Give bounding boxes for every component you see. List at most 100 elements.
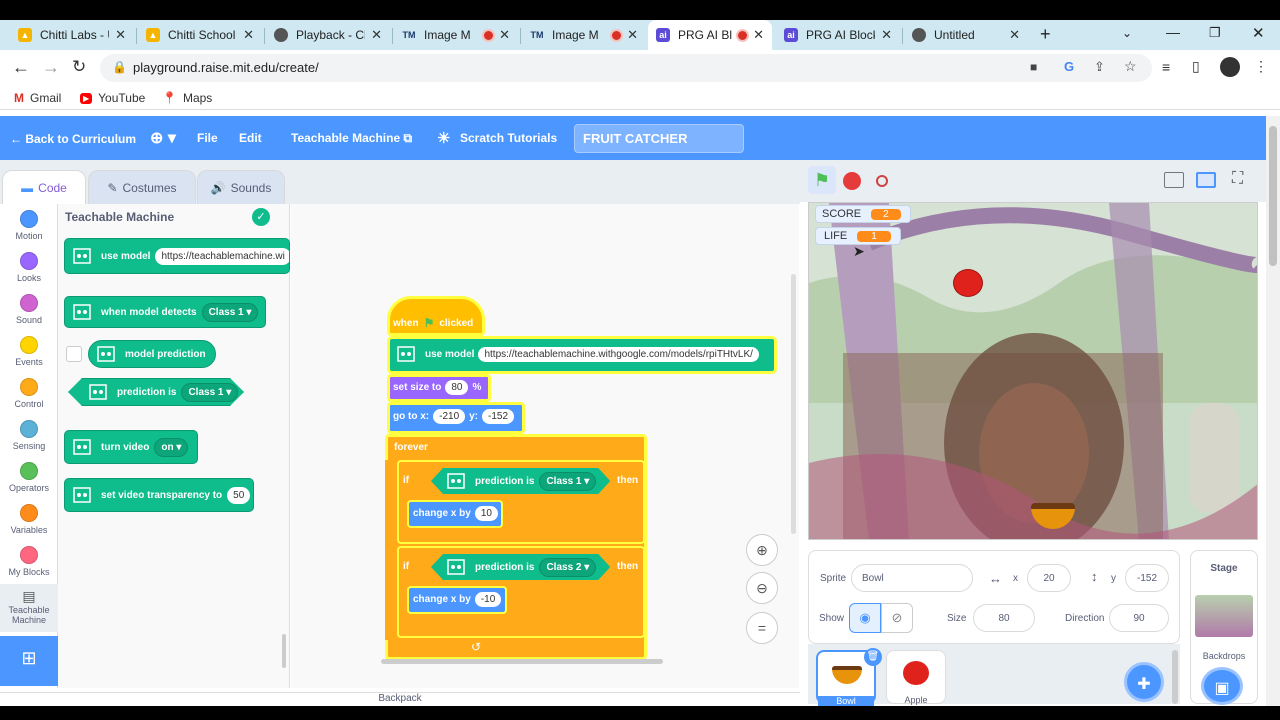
minimize-icon[interactable]: — xyxy=(1166,24,1180,40)
media-icon[interactable]: ≡ xyxy=(1162,59,1170,75)
category-operators[interactable]: Operators xyxy=(0,462,58,493)
browser-tab-7[interactable]: ai PRG AI Blocks ✕ xyxy=(776,20,900,50)
sprite-thumb-apple[interactable]: Apple xyxy=(886,650,946,705)
bookmark-youtube[interactable]: ▶ YouTube xyxy=(80,91,145,105)
record-icon[interactable] xyxy=(876,175,888,187)
language-globe-icon[interactable]: ⊕ ▾ xyxy=(150,128,176,148)
close-icon[interactable]: ✕ xyxy=(243,27,254,43)
menu-teachable-machine[interactable]: Teachable Machine ⧉ xyxy=(291,131,412,146)
block-turn-video[interactable]: turn video on ▾ xyxy=(64,430,198,464)
forward-arrow-icon[interactable]: → xyxy=(42,57,60,78)
category-motion[interactable]: Motion xyxy=(0,210,58,241)
close-icon[interactable]: ✕ xyxy=(753,27,764,43)
show-hidden-button[interactable]: ⊘ xyxy=(881,603,913,633)
close-icon[interactable]: ✕ xyxy=(371,27,382,43)
size-input[interactable]: 80 xyxy=(973,604,1035,632)
reload-icon[interactable]: ↻ xyxy=(72,57,86,77)
menu-file[interactable]: File xyxy=(197,131,218,145)
change-x-input[interactable]: 10 xyxy=(474,506,498,521)
condition-prediction-is-1[interactable]: prediction is Class 1 ▾ xyxy=(431,468,610,494)
browser-tab-2[interactable]: ▲ Chitti School ✕ xyxy=(138,20,262,50)
browser-tab-8[interactable]: Untitled ✕ xyxy=(904,20,1028,50)
share-icon[interactable]: ⇪ xyxy=(1094,59,1105,75)
sprite-list-scrollbar[interactable] xyxy=(1172,650,1178,704)
add-extension-button[interactable]: ⊞ xyxy=(0,636,58,686)
apple-sprite[interactable] xyxy=(953,269,983,297)
sprite-name-input[interactable]: Bowl xyxy=(851,564,973,592)
show-visible-button[interactable]: ◉ xyxy=(849,603,881,633)
block-use-model[interactable]: use model https://teachablemachine.wi xyxy=(64,238,290,274)
block-use-model-script[interactable]: use model https://teachablemachine.withgo… xyxy=(395,343,763,365)
category-sound[interactable]: Sound xyxy=(0,294,58,325)
class-dropdown[interactable]: Class 1 ▾ xyxy=(181,383,238,402)
direction-input[interactable]: 90 xyxy=(1109,604,1169,632)
browser-tab-3[interactable]: Playback - Ch ✕ xyxy=(266,20,390,50)
close-icon[interactable]: ✕ xyxy=(115,27,126,43)
bookmark-star-icon[interactable]: ☆ xyxy=(1124,58,1137,75)
stage-selector[interactable]: Stage Backdrops ▣ xyxy=(1190,550,1258,705)
close-icon[interactable]: ✕ xyxy=(1009,27,1020,43)
new-tab-icon[interactable]: + xyxy=(1040,24,1051,45)
menu-scratch-tutorials[interactable]: Scratch Tutorials xyxy=(460,131,557,145)
block-model-prediction[interactable]: model prediction xyxy=(88,340,216,368)
address-bar[interactable]: 🔒 playground.raise.mit.edu/create/ ■ G ⇪… xyxy=(100,54,1152,82)
large-stage-icon[interactable] xyxy=(1196,172,1216,188)
class-dropdown[interactable]: Class 1 ▾ xyxy=(539,472,596,491)
category-teachable-machine[interactable]: ▤ Teachable Machine xyxy=(0,584,58,632)
block-change-x-2[interactable]: change x by -10 xyxy=(413,592,505,607)
tab-code[interactable]: ▬ Code xyxy=(2,170,86,204)
close-icon[interactable]: ✕ xyxy=(627,27,638,43)
category-sensing[interactable]: Sensing xyxy=(0,420,58,451)
transparency-input[interactable]: 50 xyxy=(227,486,251,504)
back-to-curriculum-link[interactable]: ← Back to Curriculum xyxy=(10,132,136,146)
restore-icon[interactable]: ❐ xyxy=(1209,25,1221,41)
block-set-video-transparency[interactable]: set video transparency to 50 xyxy=(64,478,254,512)
zoom-in-button[interactable]: ⊕ xyxy=(746,534,778,566)
backpack[interactable]: Backpack xyxy=(0,692,800,706)
menu-edit[interactable]: Edit xyxy=(239,131,262,145)
tab-search-icon[interactable]: ⌄ xyxy=(1122,26,1132,40)
class-dropdown[interactable]: Class 2 ▾ xyxy=(539,558,596,577)
block-change-x-1[interactable]: change x by 10 xyxy=(413,506,502,521)
close-icon[interactable]: ✕ xyxy=(499,27,510,43)
bookmark-maps[interactable]: 📍 Maps xyxy=(162,91,212,105)
scrollbar-thumb[interactable] xyxy=(1269,126,1277,266)
zoom-out-button[interactable]: ⊖ xyxy=(746,572,778,604)
palette-scrollbar[interactable] xyxy=(282,634,286,668)
window-close-icon[interactable]: ✕ xyxy=(1252,24,1265,42)
tab-costumes[interactable]: ✎ Costumes xyxy=(88,170,196,204)
model-url-input[interactable]: https://teachablemachine.withgoogle.com/… xyxy=(478,346,759,362)
y-input[interactable]: -152 xyxy=(1125,564,1169,592)
stage-canvas[interactable]: SCORE 2 LIFE 1 ➤ xyxy=(808,202,1258,540)
x-input[interactable]: 20 xyxy=(1027,564,1071,592)
horizontal-scrollbar[interactable] xyxy=(381,659,663,664)
side-panel-icon[interactable]: ▯ xyxy=(1192,58,1200,75)
class-dropdown[interactable]: Class 1 ▾ xyxy=(201,302,259,322)
small-stage-icon[interactable] xyxy=(1164,172,1184,188)
category-control[interactable]: Control xyxy=(0,378,58,409)
condition-prediction-is-2[interactable]: prediction is Class 2 ▾ xyxy=(431,554,610,580)
google-icon[interactable]: G xyxy=(1064,59,1074,74)
block-go-to-xy[interactable]: go to x: -210 y: -152 xyxy=(393,409,518,424)
category-events[interactable]: Events xyxy=(0,336,58,367)
model-prediction-checkbox[interactable] xyxy=(66,346,82,362)
size-input[interactable]: 80 xyxy=(445,380,469,395)
green-flag-button[interactable]: ⚑ xyxy=(808,166,836,194)
bookmark-gmail[interactable]: M Gmail xyxy=(14,91,61,105)
stop-button[interactable] xyxy=(843,172,861,190)
model-url-input[interactable]: https://teachablemachine.wi xyxy=(155,247,289,265)
browser-tab-5[interactable]: TM Image M ✕ xyxy=(522,20,646,50)
tab-sounds[interactable]: 🔊 Sounds xyxy=(197,170,285,204)
profile-avatar[interactable] xyxy=(1220,57,1240,77)
block-when-model-detects[interactable]: when model detects Class 1 ▾ xyxy=(64,296,266,328)
camera-icon[interactable]: ■ xyxy=(1030,60,1037,74)
page-scrollbar[interactable] xyxy=(1266,116,1280,706)
y-input[interactable]: -152 xyxy=(482,409,515,424)
project-title-input[interactable]: FRUIT CATCHER xyxy=(574,124,744,153)
change-x-input[interactable]: -10 xyxy=(474,592,502,607)
browser-tab-1[interactable]: ▲ Chitti Labs - U ✕ xyxy=(10,20,134,50)
zoom-reset-button[interactable]: = xyxy=(746,612,778,644)
category-looks[interactable]: Looks xyxy=(0,252,58,283)
vertical-scrollbar[interactable] xyxy=(791,274,796,534)
close-icon[interactable]: ✕ xyxy=(881,27,892,43)
